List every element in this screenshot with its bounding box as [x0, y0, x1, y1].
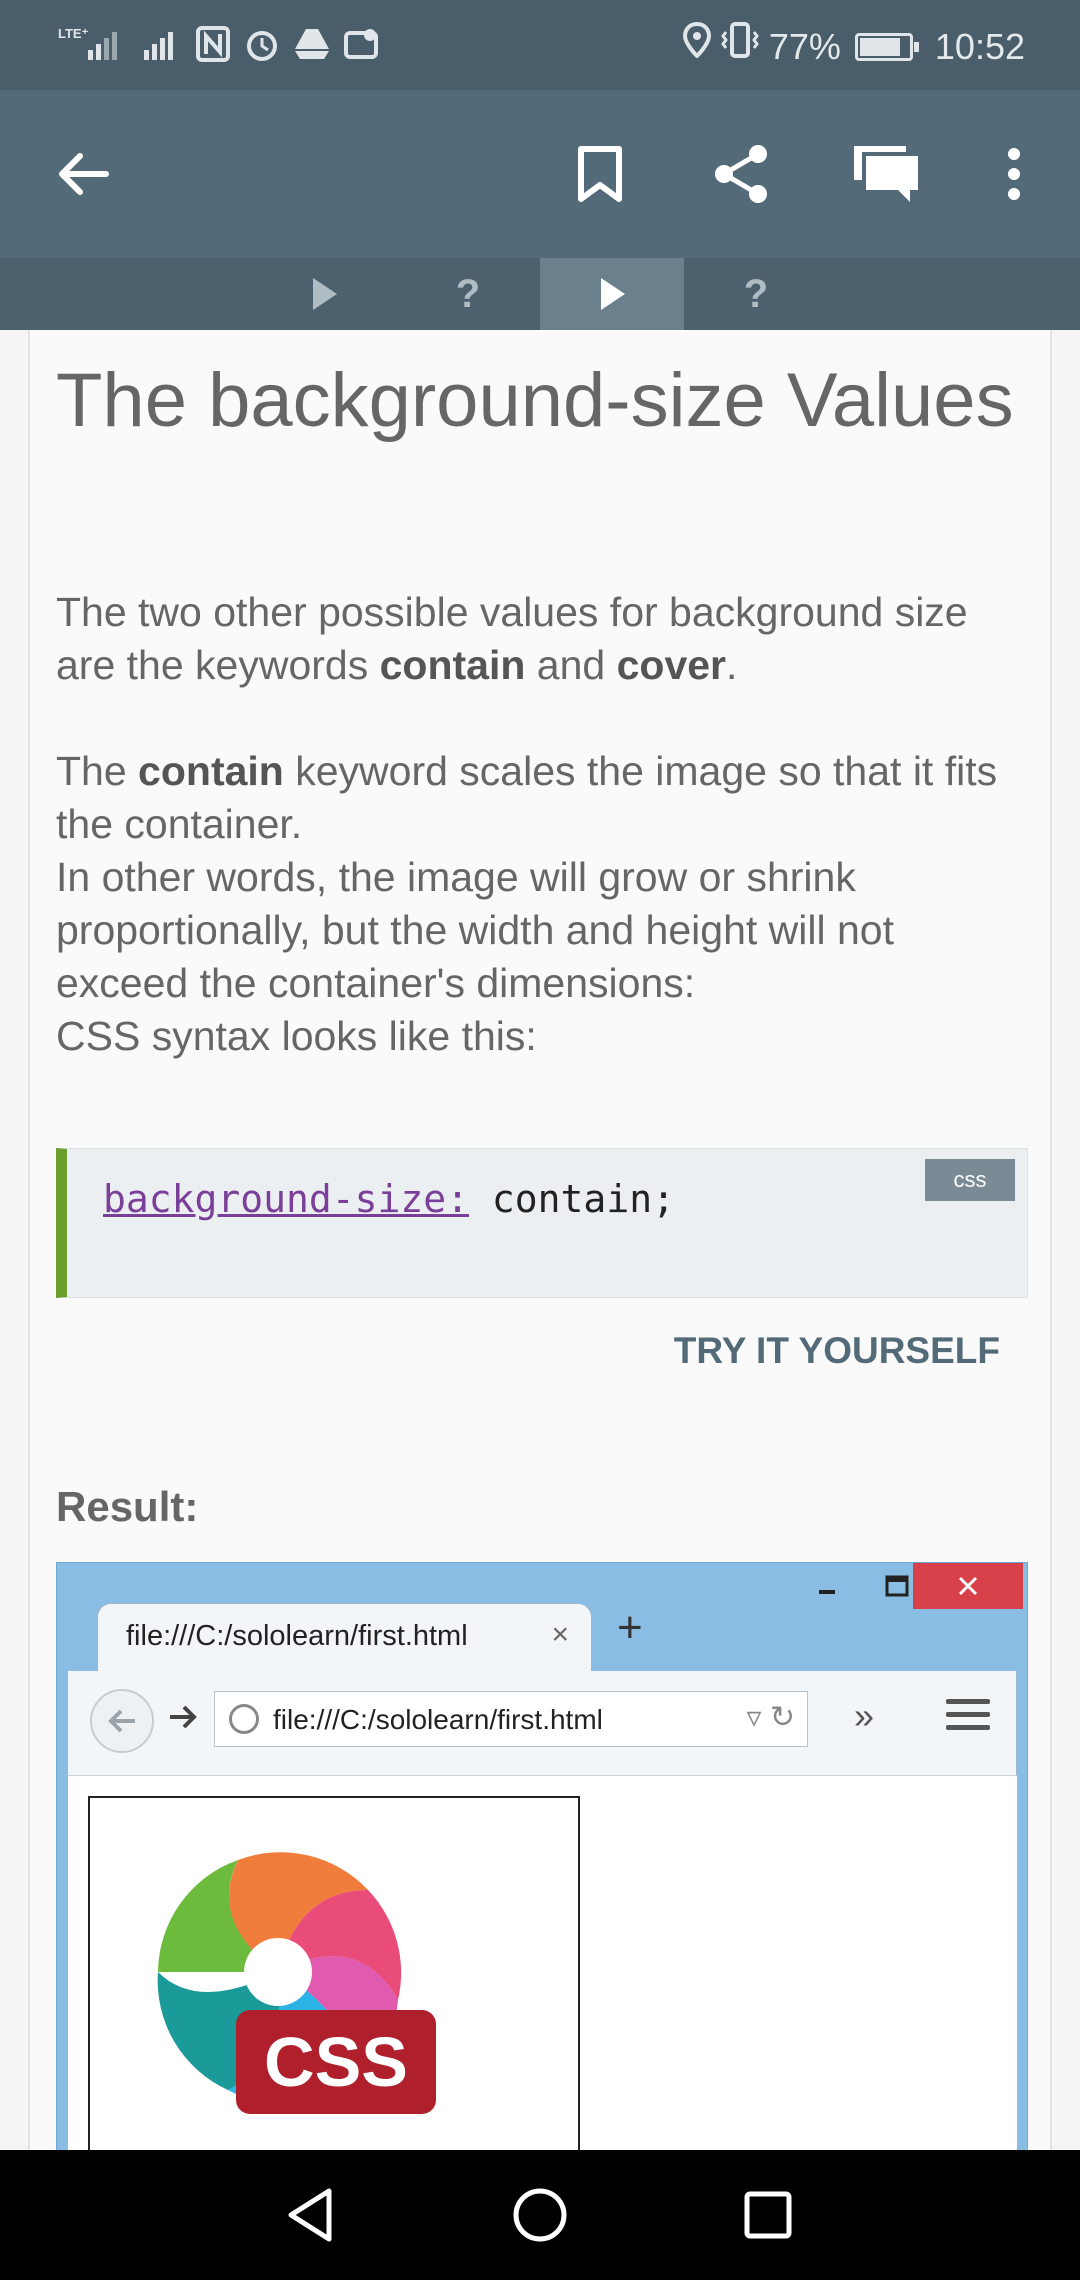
quiz-icon: ?: [743, 271, 769, 316]
lesson-paragraph-1: The two other possible values for backgr…: [56, 586, 1036, 692]
browser-url-text: file:///C:/sololearn/first.html: [273, 1704, 603, 1735]
page-title: The background-size Values: [56, 358, 1014, 443]
comments-button[interactable]: [846, 134, 926, 214]
lesson-paragraph-3: In other words, the image will grow or s…: [56, 854, 894, 1006]
new-tab-icon: +: [617, 1603, 643, 1652]
lesson-tab-bar: ? ?: [0, 258, 1080, 330]
browser-forward-icon: [168, 1697, 198, 1739]
more-vert-icon: [1008, 148, 1020, 200]
comments-icon: [854, 146, 918, 202]
browser-tab: file:///C:/sololearn/first.html ×: [97, 1603, 592, 1671]
tab-quiz-1[interactable]: ?: [396, 258, 540, 330]
share-button[interactable]: [702, 134, 782, 214]
sololearn-css-logo: CSS: [157, 1852, 436, 2114]
try-it-yourself-button[interactable]: TRY IT YOURSELF: [674, 1330, 1000, 1372]
battery-icon: [854, 32, 919, 61]
text: and: [525, 642, 617, 688]
clock: 10:52: [934, 25, 1025, 67]
drive-icon: [294, 27, 330, 74]
browser-back-icon: [90, 1689, 154, 1753]
result-preview-image: file:///C:/sololearn/first.html × + file…: [56, 1562, 1028, 2150]
gallery-icon: [344, 27, 380, 74]
vibrate-icon: [720, 22, 759, 71]
battery-percent: 77%: [768, 25, 841, 67]
status-bar: LTE⁺ 77% 10:52: [0, 0, 1080, 90]
dropdown-refresh-icons: ▿ ↻: [746, 1701, 795, 1734]
bookmark-button[interactable]: [560, 134, 640, 214]
lesson-paragraph-2: The contain keyword scales the image so …: [56, 745, 1036, 851]
code-property[interactable]: background-size:: [103, 1177, 469, 1221]
language-badge: css: [925, 1159, 1015, 1201]
text: .: [726, 642, 738, 688]
back-button[interactable]: [42, 134, 122, 214]
nav-back-button[interactable]: [280, 2185, 340, 2245]
lte-signal-icon: LTE⁺: [58, 24, 128, 77]
recents-square-icon: [744, 2191, 792, 2239]
lesson-paragraph-4: CSS syntax looks like this:: [56, 1013, 537, 1059]
code-value: contain;: [469, 1177, 675, 1221]
play-icon: [313, 278, 337, 310]
bookmark-icon: [578, 146, 622, 202]
location-icon: [682, 21, 711, 71]
keyword-contain: contain: [379, 642, 526, 688]
window-close-icon: [913, 1563, 1023, 1609]
code-block: background-size: contain; css: [56, 1148, 1028, 1298]
keyword-cover: cover: [616, 642, 727, 688]
browser-toolbar: file:///C:/sololearn/first.html ▿ ↻ »: [67, 1671, 1017, 1775]
nfc-icon: [196, 26, 230, 75]
home-circle-icon: [513, 2188, 567, 2242]
app-bar: [0, 90, 1080, 258]
text: The: [56, 748, 139, 794]
logo-text: CSS: [264, 2023, 408, 2101]
quiz-icon: ?: [455, 271, 481, 316]
keyword-contain: contain: [138, 748, 284, 794]
back-arrow-icon: [59, 153, 109, 195]
browser-url-bar: file:///C:/sololearn/first.html ▿ ↻: [214, 1691, 808, 1747]
share-icon: [715, 145, 767, 203]
back-triangle-icon: [288, 2188, 332, 2242]
minimize-icon: [792, 1563, 862, 1609]
css-logo-container: CSS: [88, 1796, 580, 2150]
nav-home-button[interactable]: [510, 2185, 570, 2245]
system-nav-bar: [0, 2150, 1080, 2280]
code-line: background-size: contain;: [103, 1177, 675, 1221]
browser-more-icon: »: [854, 1695, 875, 1736]
tab-lesson-2[interactable]: [540, 258, 684, 330]
play-icon: [601, 278, 625, 310]
signal-icon: [142, 24, 182, 77]
lesson-content: The background-size Values The two other…: [28, 330, 1052, 2150]
browser-tab-label: file:///C:/sololearn/first.html: [126, 1620, 468, 1652]
result-label: Result:: [56, 1483, 199, 1530]
more-options-button[interactable]: [974, 134, 1054, 214]
tab-quiz-2[interactable]: ?: [684, 258, 828, 330]
browser-menu-icon: [946, 1691, 990, 1738]
globe-icon: [229, 1704, 259, 1734]
svg-text:LTE⁺: LTE⁺: [58, 26, 89, 41]
tab-lesson-1[interactable]: [252, 258, 396, 330]
alarm-icon: [244, 26, 280, 75]
nav-recents-button[interactable]: [738, 2185, 798, 2245]
browser-page: CSS: [67, 1775, 1017, 2150]
browser-tab-close-icon: ×: [551, 1618, 569, 1651]
